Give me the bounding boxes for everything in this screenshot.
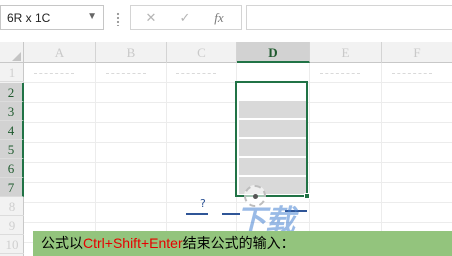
annotation-marker: ? xyxy=(200,197,206,210)
check-icon[interactable]: ✓ xyxy=(173,9,197,27)
cancel-icon[interactable]: ✕ xyxy=(139,9,163,27)
select-all-corner[interactable] xyxy=(0,42,24,63)
selected-cell-d5[interactable] xyxy=(239,139,306,156)
selected-cell-d3[interactable] xyxy=(239,101,306,118)
ghost-dash xyxy=(106,73,146,74)
caption-banner: 公式以Ctrl+Shift+Enter结束公式的输入： xyxy=(33,231,452,256)
selected-cell-d6[interactable] xyxy=(239,158,306,175)
chevron-down-icon[interactable]: ▼ xyxy=(87,11,97,22)
row-header-4[interactable]: 4 xyxy=(0,121,24,140)
column-header-a[interactable]: A xyxy=(24,42,96,63)
caption-keys: Ctrl+Shift+Enter xyxy=(83,235,183,251)
ghost-dash xyxy=(392,73,432,74)
column-header-e[interactable]: E xyxy=(310,42,382,63)
column-header-f[interactable]: F xyxy=(382,42,452,63)
drag-handle[interactable] xyxy=(116,12,120,26)
row-header-9[interactable]: 9 xyxy=(0,216,24,235)
selected-cell-d4[interactable] xyxy=(239,120,306,137)
selected-range[interactable] xyxy=(235,81,308,197)
name-box[interactable]: 6R x 1C ▼ xyxy=(0,5,104,30)
name-box-value: 6R x 1C xyxy=(7,11,51,25)
column-header-b[interactable]: B xyxy=(96,42,167,63)
caption-text: 公式以Ctrl+Shift+Enter结束公式的输入： xyxy=(41,235,295,253)
column-headers: A B C D E F xyxy=(0,42,452,63)
insert-function-icon[interactable]: fx xyxy=(207,9,231,27)
column-header-c[interactable]: C xyxy=(167,42,237,63)
row-header-10[interactable]: 10 xyxy=(0,235,24,254)
row-header-2[interactable]: 2 xyxy=(0,83,24,102)
row-header-5[interactable]: 5 xyxy=(0,140,24,159)
annotation-stroke xyxy=(186,213,208,215)
row-header-6[interactable]: 6 xyxy=(0,159,24,178)
row-header-1[interactable]: 1 xyxy=(0,63,24,82)
row-header-3[interactable]: 3 xyxy=(0,102,24,121)
ghost-dash xyxy=(320,73,360,74)
row-headers: 1 2 3 4 5 6 7 8 9 10 xyxy=(0,63,24,256)
formula-bar: 6R x 1C ▼ ✕ ✓ fx xyxy=(0,0,452,42)
row-header-8[interactable]: 8 xyxy=(0,197,24,216)
formula-input[interactable] xyxy=(246,5,452,30)
ghost-dash xyxy=(176,73,216,74)
row-header-7[interactable]: 7 xyxy=(0,178,24,197)
fill-handle[interactable] xyxy=(304,193,310,199)
caption-prefix: 公式以 xyxy=(41,236,83,252)
ghost-dash xyxy=(34,73,74,74)
caption-suffix: 结束公式的输入： xyxy=(182,236,295,252)
column-header-d[interactable]: D xyxy=(237,42,310,63)
formula-buttons: ✕ ✓ fx xyxy=(130,5,242,30)
